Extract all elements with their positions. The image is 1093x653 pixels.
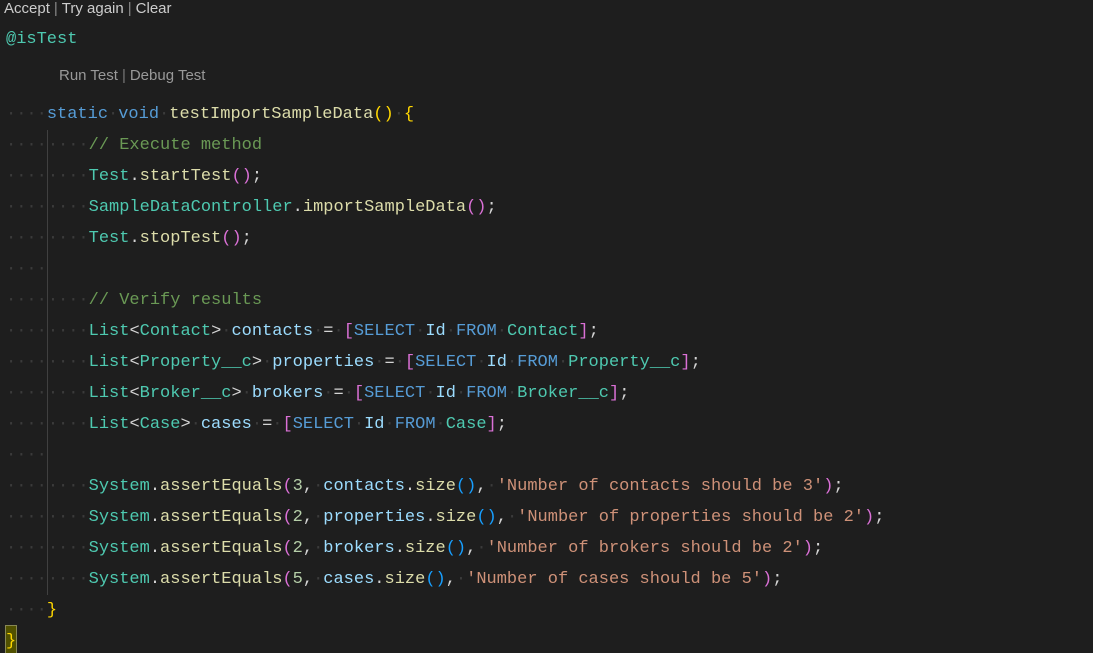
variable: contacts [323,471,405,502]
type: Property__c [568,347,680,378]
field: Id [436,378,456,409]
method-call: size [436,502,477,533]
string: 'Number of cases should be 5' [466,564,762,595]
field: Id [364,409,384,440]
variable: brokers [252,378,323,409]
soql-keyword: FROM [395,409,436,440]
variable: brokers [323,533,394,564]
number: 5 [293,564,303,595]
variable: contacts [231,316,313,347]
variable: properties [323,502,425,533]
separator: | [128,0,132,17]
variable: cases [201,409,252,440]
code-line[interactable]: ···· [0,254,1093,285]
method-call: assertEquals [160,502,282,533]
soql-keyword: SELECT [293,409,354,440]
type: Broker__c [140,378,232,409]
code-line[interactable]: ········System.assertEquals(5,·cases.siz… [0,564,1093,595]
annotation: @isTest [6,24,77,55]
code-line[interactable]: ····} [0,595,1093,626]
field: Id [425,316,445,347]
code-line[interactable]: ········List<Broker__c>·brokers·=·[SELEC… [0,378,1093,409]
type: System [89,502,150,533]
variable: cases [323,564,374,595]
clear-action[interactable]: Clear [136,0,172,17]
number: 2 [293,533,303,564]
method-call: assertEquals [160,564,282,595]
type: Test [89,161,130,192]
code-line[interactable]: ····static·void·testImportSampleData()·{ [0,99,1093,130]
code-line[interactable]: ········// Verify results [0,285,1093,316]
soql-keyword: SELECT [415,347,476,378]
soql-keyword: FROM [517,347,558,378]
code-line[interactable]: ········SampleDataController.importSampl… [0,192,1093,223]
type: Broker__c [517,378,609,409]
code-line[interactable]: ········Test.stopTest(); [0,223,1093,254]
comment: // Execute method [89,130,262,161]
closing-brace: } [47,595,57,626]
type: List [89,316,130,347]
accept-action[interactable]: Accept [4,0,50,17]
codelens-spacer [0,55,1093,99]
code-line[interactable]: ···· [0,440,1093,471]
soql-keyword: SELECT [354,316,415,347]
code-line[interactable]: ········System.assertEquals(3,·contacts.… [0,471,1093,502]
method-call: assertEquals [160,533,282,564]
variable: properties [272,347,374,378]
code-line[interactable]: } [0,626,1093,653]
string: 'Number of contacts should be 3' [497,471,823,502]
code-line[interactable]: ········System.assertEquals(2,·brokers.s… [0,533,1093,564]
field: Id [487,347,507,378]
type: List [89,378,130,409]
method-call: startTest [140,161,232,192]
method-call: assertEquals [160,471,282,502]
type: Contact [140,316,211,347]
type: List [89,409,130,440]
code-line[interactable]: ········// Execute method [0,130,1093,161]
separator: | [54,0,58,17]
code-line[interactable]: ········List<Case>·cases·=·[SELECT·Id·FR… [0,409,1093,440]
soql-keyword: FROM [466,378,507,409]
code-area[interactable]: @isTest ····static·void·testImportSample… [0,24,1093,653]
code-line[interactable]: ········System.assertEquals(2,·propertie… [0,502,1093,533]
soql-keyword: SELECT [364,378,425,409]
comment: // Verify results [89,285,262,316]
type: Contact [507,316,578,347]
code-line[interactable]: ········Test.startTest(); [0,161,1093,192]
code-line[interactable]: ········List<Contact>·contacts·=·[SELECT… [0,316,1093,347]
method-call: stopTest [140,223,222,254]
closing-brace: } [6,626,16,653]
method-name: testImportSampleData [169,99,373,130]
number: 2 [293,502,303,533]
code-line[interactable]: ········List<Property__c>·properties·=·[… [0,347,1093,378]
method-call: size [405,533,446,564]
type: Case [446,409,487,440]
number: 3 [293,471,303,502]
string: 'Number of brokers should be 2' [487,533,803,564]
method-call: size [415,471,456,502]
type: System [89,471,150,502]
try-again-action[interactable]: Try again [62,0,124,17]
type: System [89,564,150,595]
keyword: void [118,99,159,130]
code-line[interactable]: @isTest [0,24,1093,55]
soql-keyword: FROM [456,316,497,347]
inline-suggestion-actions: Accept|Try again|Clear [4,0,172,20]
type: System [89,533,150,564]
type: List [89,347,130,378]
type: Test [89,223,130,254]
type: Property__c [140,347,252,378]
type: SampleDataController [89,192,293,223]
method-call: importSampleData [303,192,466,223]
string: 'Number of properties should be 2' [517,502,864,533]
type: Case [140,409,181,440]
keyword: static [47,99,108,130]
method-call: size [385,564,426,595]
